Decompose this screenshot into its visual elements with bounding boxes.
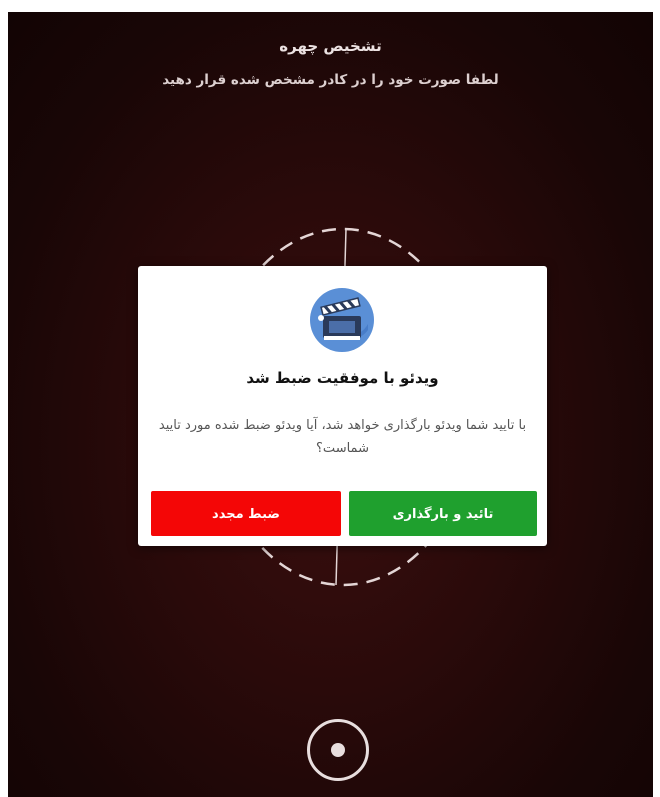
retry-record-button[interactable]: ضبط مجدد bbox=[151, 491, 341, 536]
dialog-message: با تایید شما ویدئو بارگذاری خواهد شد، آی… bbox=[158, 418, 527, 456]
capture-button[interactable] bbox=[307, 719, 369, 781]
camera-screen: تشخیص چهره لطفا صورت خود را در کادر مشخص… bbox=[8, 12, 653, 797]
page-title: تشخیص چهره bbox=[279, 37, 382, 55]
instruction-text: لطفا صورت خود را در کادر مشخص شده قرار د… bbox=[162, 72, 499, 88]
dialog-title: ویدئو با موفقیت ضبط شد bbox=[246, 369, 439, 387]
record-icon bbox=[331, 743, 345, 757]
confirm-upload-button[interactable]: تائید و بارگذاری bbox=[349, 491, 537, 536]
video-clapperboard-icon bbox=[310, 288, 374, 352]
success-dialog: ویدئو با موفقیت ضبط شد با تایید شما ویدئ… bbox=[138, 266, 547, 546]
